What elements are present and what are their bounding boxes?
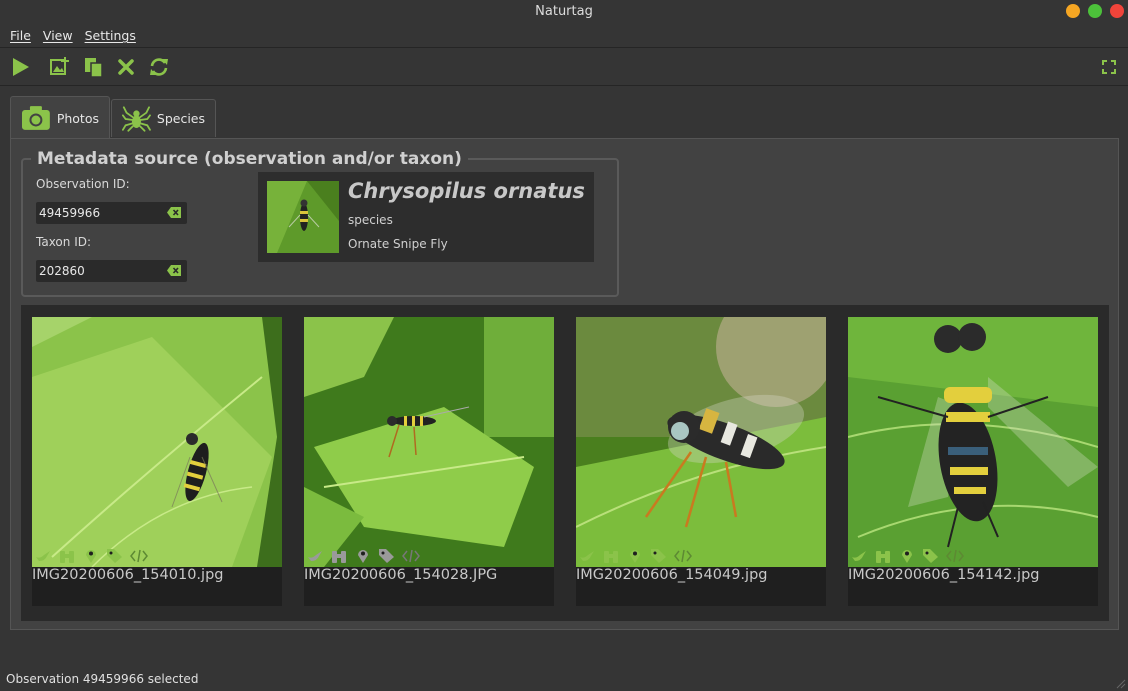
menu-file[interactable]: File xyxy=(4,26,37,46)
bird-icon[interactable] xyxy=(578,547,596,565)
minimize-button[interactable] xyxy=(1066,4,1080,18)
binoculars-icon[interactable] xyxy=(602,547,620,565)
code-icon[interactable] xyxy=(402,547,420,565)
metadata-source-legend: Metadata source (observation and/or taxo… xyxy=(37,149,462,169)
clear-icon xyxy=(118,59,134,75)
clear-button[interactable] xyxy=(114,55,138,79)
window-controls xyxy=(1066,4,1124,18)
binoculars-icon[interactable] xyxy=(874,547,892,565)
photo-thumbnail xyxy=(576,317,826,567)
bird-icon[interactable] xyxy=(306,547,324,565)
run-icon xyxy=(13,58,29,76)
image-card[interactable]: IMG20200606_154028.JPG xyxy=(304,317,554,606)
location-icon[interactable] xyxy=(626,547,644,565)
image-card[interactable]: IMG20200606_154010.jpg xyxy=(32,317,282,606)
close-button[interactable] xyxy=(1110,4,1124,18)
taxon-thumbnail xyxy=(267,181,339,253)
photo-thumbnail xyxy=(32,317,282,567)
code-icon[interactable] xyxy=(130,547,148,565)
status-bar: Observation 49459966 selected xyxy=(6,672,199,686)
observation-id-label: Observation ID: xyxy=(36,177,130,191)
photo-thumbnail xyxy=(848,317,1098,567)
tags-icon[interactable] xyxy=(650,547,668,565)
resize-grip-icon[interactable] xyxy=(1116,679,1126,689)
fullscreen-button[interactable] xyxy=(1097,55,1121,79)
tab-species-label: Species xyxy=(156,111,205,126)
run-button[interactable] xyxy=(8,55,32,79)
photo-icon-row xyxy=(32,546,148,566)
taxon-name: Chrysopilus ornatus xyxy=(348,179,585,203)
camera-icon xyxy=(21,106,50,130)
refresh-icon xyxy=(150,58,168,76)
location-icon[interactable] xyxy=(354,547,372,565)
add-image-icon xyxy=(50,57,69,75)
location-icon[interactable] xyxy=(898,547,916,565)
image-gallery: IMG20200606_154010.jpg IMG20200606_15402… xyxy=(21,305,1109,621)
menu-settings[interactable]: Settings xyxy=(79,26,142,46)
taxon-common-name: Ornate Snipe Fly xyxy=(348,237,448,251)
title-bar: Naturtag xyxy=(0,0,1128,24)
maximize-button[interactable] xyxy=(1088,4,1102,18)
tab-photos-label: Photos xyxy=(56,110,99,126)
tags-icon[interactable] xyxy=(106,547,124,565)
tags-icon[interactable] xyxy=(922,547,940,565)
code-icon[interactable] xyxy=(946,547,964,565)
taxon-id-field xyxy=(36,260,187,282)
clear-taxon-icon[interactable] xyxy=(167,265,181,276)
paste-button[interactable] xyxy=(81,55,105,79)
photos-panel: Metadata source (observation and/or taxo… xyxy=(10,138,1119,630)
tags-icon[interactable] xyxy=(378,547,396,565)
photo-icon-row xyxy=(576,546,692,566)
taxon-id-input[interactable] xyxy=(39,263,159,279)
location-icon[interactable] xyxy=(82,547,100,565)
binoculars-icon[interactable] xyxy=(58,547,76,565)
menu-bar: File View Settings xyxy=(0,26,142,46)
refresh-button[interactable] xyxy=(147,55,171,79)
image-card[interactable]: IMG20200606_154142.jpg xyxy=(848,317,1098,606)
taxon-rank: species xyxy=(348,213,393,227)
code-icon[interactable] xyxy=(674,547,692,565)
tab-photos[interactable]: Photos xyxy=(10,96,110,139)
toolbar-separator xyxy=(0,85,1128,86)
window-title: Naturtag xyxy=(535,4,593,19)
add-image-button[interactable] xyxy=(48,55,72,79)
observation-id-input[interactable] xyxy=(39,205,159,221)
photo-icon-row xyxy=(304,546,420,566)
binoculars-icon[interactable] xyxy=(330,547,348,565)
spider-icon xyxy=(122,105,151,132)
photo-filename: IMG20200606_154010.jpg xyxy=(32,567,224,583)
photo-filename: IMG20200606_154028.JPG xyxy=(304,567,498,583)
clear-observation-icon[interactable] xyxy=(167,207,181,218)
photo-thumbnail xyxy=(304,317,554,567)
photo-filename: IMG20200606_154049.jpg xyxy=(576,567,768,583)
tab-species[interactable]: Species xyxy=(111,99,216,137)
toolbar xyxy=(0,50,1128,84)
taxon-id-label: Taxon ID: xyxy=(36,235,92,249)
menu-separator xyxy=(0,47,1128,48)
paste-icon xyxy=(85,58,103,78)
bird-icon[interactable] xyxy=(34,547,52,565)
photo-filename: IMG20200606_154142.jpg xyxy=(848,567,1040,583)
taxon-card[interactable]: Chrysopilus ornatus species Ornate Snipe… xyxy=(258,172,594,262)
image-card[interactable]: IMG20200606_154049.jpg xyxy=(576,317,826,606)
fullscreen-icon xyxy=(1102,60,1116,74)
menu-view[interactable]: View xyxy=(37,26,79,46)
photo-icon-row xyxy=(848,546,964,566)
observation-id-field xyxy=(36,202,187,224)
bird-icon[interactable] xyxy=(850,547,868,565)
